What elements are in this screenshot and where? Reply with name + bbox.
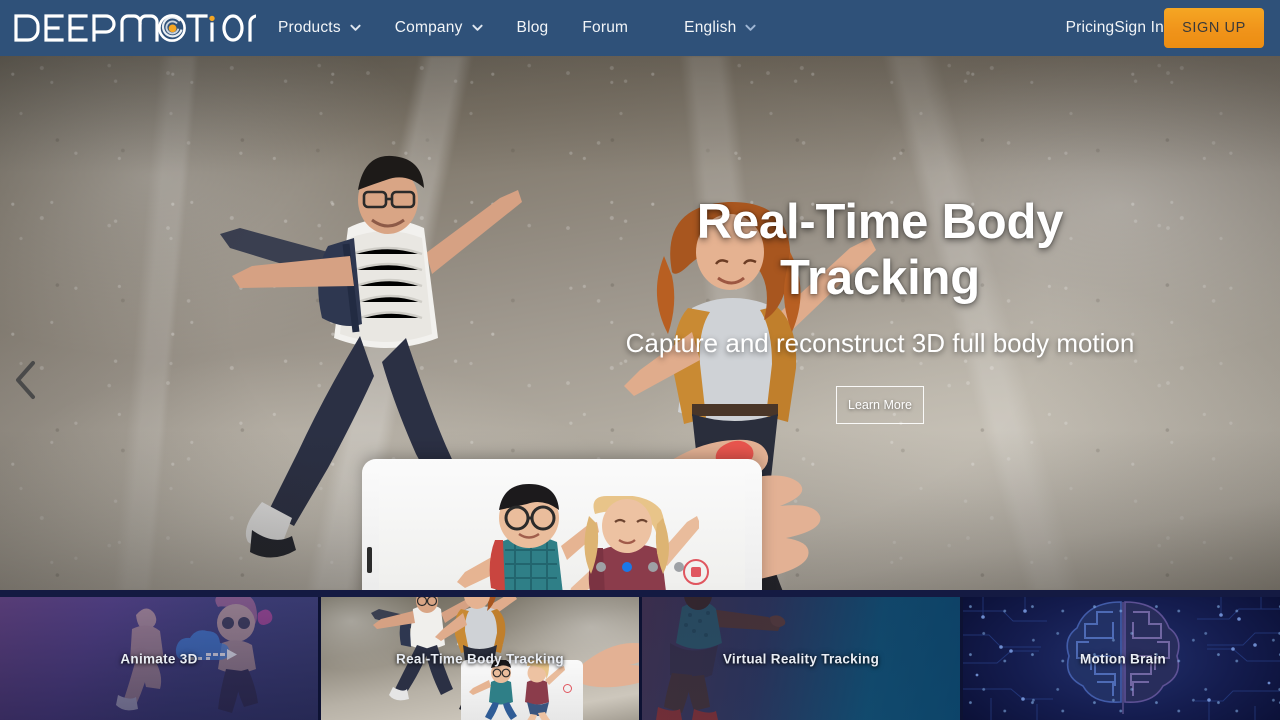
thumbnail-label-virtual-reality-tracking: Virtual Reality Tracking [642,651,960,666]
slide-thumbnail-strip: Animate 3D [0,597,1280,720]
carousel-dot-0[interactable] [596,562,606,572]
nav-item-company[interactable]: Company [395,13,483,43]
avatar-girl-3d [569,496,699,590]
thumbnail-animate-3d[interactable]: Animate 3D [0,597,318,720]
chevron-down-icon [472,22,483,33]
thumbnail-motion-brain[interactable]: Motion Brain [963,597,1280,720]
nav-item-forum[interactable]: Forum [582,13,628,43]
deepmotion-spiral-logo-icon [12,11,256,45]
chevron-down-icon [350,22,361,33]
chevron-down-icon [745,22,756,33]
nav-right-actions: Pricing Sign In SIGN UP [1066,0,1280,56]
deepmotion-logo[interactable] [12,11,256,45]
carousel-prev-button[interactable] [10,356,42,404]
hero-title: Real-Time Body Tracking [620,194,1140,306]
nav-label-company: Company [395,19,463,37]
carousel-dot-2[interactable] [648,562,658,572]
logo-i-dot-icon [209,16,214,21]
language-label: English [684,19,736,37]
sign-up-button[interactable]: SIGN UP [1164,8,1264,48]
language-selector[interactable]: English [684,13,756,43]
sign-in-label: Sign In [1114,19,1164,37]
chevron-left-icon [13,360,39,400]
nav-label-products: Products [278,19,341,37]
phone-screen [379,470,745,590]
hero-carousel-slide: Real-Time Body Tracking Capture and reco… [0,56,1280,590]
strip-divider [0,590,1280,597]
thumbnail-rtbt-phone [461,660,583,720]
thumbnail-real-time-body-tracking[interactable]: Real-Time Body Tracking [321,597,639,720]
nav-label-forum: Forum [582,19,628,37]
learn-more-button[interactable]: Learn More [836,386,924,424]
page-root: Products Company Blog Forum English [0,0,1280,720]
carousel-dot-1[interactable] [622,562,632,572]
thumbnail-rtbt-record-icon [563,684,572,693]
nav-item-pricing[interactable]: Pricing [1066,13,1115,43]
thumbnail-label-animate-3d: Animate 3D [0,651,318,666]
primary-nav-links: Products Company Blog Forum English [278,13,790,43]
nav-item-products[interactable]: Products [278,13,361,43]
hero-subtitle: Capture and reconstruct 3D full body mot… [620,324,1140,363]
hero-text-block: Real-Time Body Tracking Capture and reco… [620,194,1140,424]
top-navigation-bar: Products Company Blog Forum English [0,0,1280,56]
thumbnail-virtual-reality-tracking[interactable]: Virtual Reality Tracking [642,597,960,720]
nav-item-blog[interactable]: Blog [517,13,549,43]
nav-label-blog: Blog [517,19,549,37]
logo-spiral-icon [159,15,184,40]
carousel-dot-3[interactable] [674,562,684,572]
thumbnail-label-real-time-body-tracking: Real-Time Body Tracking [321,651,639,666]
carousel-dots [0,562,1280,572]
nav-label-pricing: Pricing [1066,19,1115,37]
thumbnail-label-motion-brain: Motion Brain [963,651,1280,666]
sign-in-link[interactable]: Sign In [1114,13,1164,43]
